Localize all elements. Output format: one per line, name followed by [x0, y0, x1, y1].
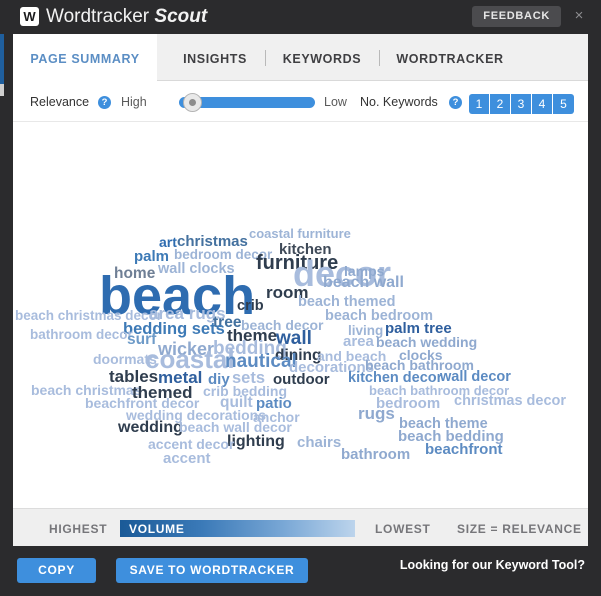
cloud-word[interactable]: bathroom decor	[30, 328, 133, 342]
cloud-word[interactable]: lighting	[227, 434, 285, 450]
controls-row: Relevance ? High Low No. Keywords ? 1 2 …	[13, 81, 588, 122]
tab-page-summary[interactable]: PAGE SUMMARY	[13, 34, 157, 81]
wordtracker-scout-window: W Wordtracker Scout FEEDBACK × PAGE SUMM…	[0, 0, 601, 596]
volume-gradient-bar: VOLUME	[120, 520, 355, 537]
cloud-word[interactable]: chairs	[297, 435, 341, 450]
cloud-word[interactable]: area	[343, 334, 374, 349]
num-keywords-button-4[interactable]: 4	[532, 94, 553, 114]
relevance-label: Relevance	[30, 95, 90, 109]
page-title: Wordtracker Scout	[46, 3, 207, 31]
num-keywords-button-1[interactable]: 1	[469, 94, 490, 114]
num-keywords-button-group: 1 2 3 4 5	[469, 94, 574, 114]
cloud-word[interactable]: beachfront	[425, 442, 503, 457]
legend-metric-label: VOLUME	[129, 522, 185, 536]
title-bar: W Wordtracker Scout FEEDBACK ×	[0, 0, 601, 34]
legend-lowest-label: LOWEST	[375, 522, 431, 536]
keyword-tool-link[interactable]: Looking for our Keyword Tool?	[400, 558, 585, 572]
legend-bar: HIGHEST VOLUME LOWEST SIZE = RELEVANCE	[13, 508, 588, 546]
cloud-word[interactable]: wedding	[118, 420, 183, 436]
tab-wordtracker[interactable]: WORDTRACKER	[380, 34, 520, 81]
cloud-word[interactable]: crib	[237, 299, 264, 314]
main-card: PAGE SUMMARY INSIGHTS KEYWORDS WORDTRACK…	[13, 34, 588, 546]
page-edge-accent	[0, 34, 4, 84]
close-icon[interactable]: ×	[571, 8, 587, 24]
num-keywords-button-3[interactable]: 3	[511, 94, 532, 114]
cloud-word[interactable]: beach wall	[323, 275, 404, 291]
cloud-word[interactable]: rugs	[358, 405, 395, 422]
legend-size-label: SIZE = RELEVANCE	[457, 522, 582, 536]
tab-keywords[interactable]: KEYWORDS	[266, 34, 378, 81]
cloud-word[interactable]: christmas decor	[454, 394, 566, 409]
cloud-word[interactable]: bathroom	[341, 447, 410, 462]
copy-button[interactable]: COPY	[17, 558, 96, 583]
footer-bar: COPY SAVE TO WORDTRACKER Looking for our…	[0, 546, 601, 596]
app-title-scout: Scout	[154, 6, 208, 27]
keyword-word-cloud: art christmas coastal furniture palm bedroom…	[13, 122, 588, 507]
slider-high-label: High	[121, 95, 147, 109]
num-keywords-button-5[interactable]: 5	[553, 94, 574, 114]
tab-insights[interactable]: INSIGHTS	[165, 34, 265, 81]
cloud-word[interactable]: accent decor	[148, 437, 234, 451]
num-keywords-help-icon[interactable]: ?	[449, 96, 462, 109]
save-to-wordtracker-button[interactable]: SAVE TO WORDTRACKER	[116, 558, 308, 583]
relevance-help-icon[interactable]: ?	[98, 96, 111, 109]
tab-bar: PAGE SUMMARY INSIGHTS KEYWORDS WORDTRACK…	[13, 34, 588, 81]
num-keywords-button-2[interactable]: 2	[490, 94, 511, 114]
cloud-word[interactable]: beach wall decor	[179, 420, 292, 434]
page-edge-accent-light	[0, 84, 4, 96]
relevance-slider-handle[interactable]	[183, 93, 202, 112]
legend-highest-label: HIGHEST	[49, 522, 108, 536]
slider-low-label: Low	[324, 95, 347, 109]
cloud-word[interactable]: accent	[163, 451, 211, 466]
wordtracker-logo-icon: W	[20, 7, 39, 26]
feedback-button[interactable]: FEEDBACK	[472, 6, 561, 27]
cloud-word[interactable]: coastal furniture	[249, 227, 351, 240]
app-title-main: Wordtracker	[46, 6, 150, 27]
num-keywords-label: No. Keywords	[360, 95, 438, 109]
